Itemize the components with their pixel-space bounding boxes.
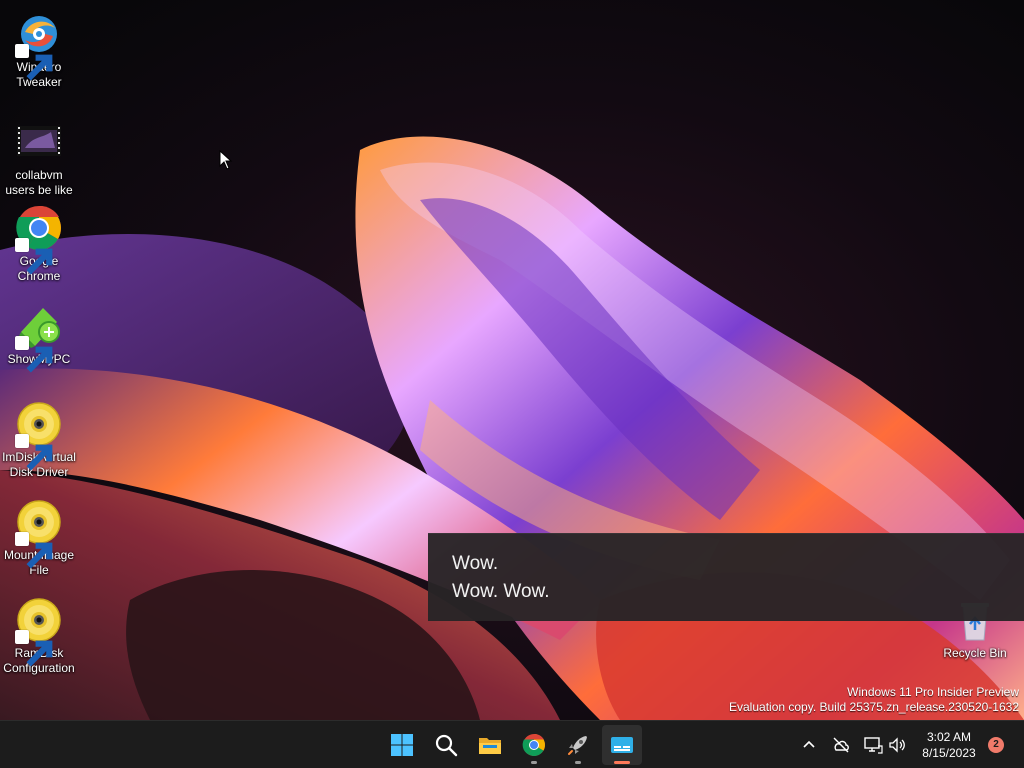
show-hidden-icons-button[interactable] xyxy=(799,735,819,755)
desktop-icon-collabvm-video[interactable]: collabvm users be like xyxy=(0,118,78,198)
chrome-icon xyxy=(522,733,545,756)
shortcut-arrow-icon xyxy=(15,336,53,373)
desktop-icon-winaero-tweaker[interactable]: Winaero Tweaker xyxy=(0,10,78,90)
rocket-icon xyxy=(568,736,587,755)
caption-line-2: Wow. Wow. xyxy=(452,581,550,602)
folder-icon xyxy=(479,738,501,754)
taskbar-search-button[interactable] xyxy=(426,725,466,765)
volume-tray-button[interactable] xyxy=(887,735,907,755)
clock-time: 3:02 AM xyxy=(926,730,972,744)
taskbar-chrome-button[interactable] xyxy=(514,725,554,765)
windows-watermark: Windows 11 Pro Insider Preview Evaluatio… xyxy=(729,685,1019,715)
onedrive-tray-button[interactable] xyxy=(831,735,851,755)
taskbar-rocket-app-button[interactable] xyxy=(558,725,598,765)
search-icon xyxy=(435,734,458,757)
taskbar-live-captions-button[interactable] xyxy=(602,725,642,765)
desktop-icon-showmypc[interactable]: ShowMyPC xyxy=(0,302,78,373)
watermark-build: Evaluation copy. Build 25375.zn_release.… xyxy=(729,700,1019,714)
mouse-pointer-icon xyxy=(219,150,233,170)
windows-start-icon xyxy=(391,734,413,756)
shortcut-arrow-icon xyxy=(15,532,53,569)
shortcut-arrow-icon xyxy=(15,630,53,667)
clock-date: 8/15/2023 xyxy=(922,746,976,760)
live-captions-window: Wow. Wow. Wow. xyxy=(428,533,1024,621)
desktop-icon-mount-image-file[interactable]: Mount Image File xyxy=(0,498,78,578)
desktop[interactable]: Winaero Tweaker collabvm users be like G… xyxy=(0,0,1024,720)
network-tray-button[interactable] xyxy=(863,735,883,755)
notification-badge[interactable]: 2 xyxy=(988,737,1004,753)
caption-line-1: Wow. xyxy=(452,553,499,574)
active-indicator xyxy=(614,761,630,764)
desktop-icon-label: collabvm users be like xyxy=(5,168,73,197)
taskbar: 3:02 AM 8/15/2023 2 xyxy=(0,720,1024,768)
taskbar-start-button[interactable] xyxy=(382,725,422,765)
taskbar-file-explorer-button[interactable] xyxy=(470,725,510,765)
running-indicator xyxy=(575,761,581,764)
volume-icon xyxy=(889,737,905,753)
shortcut-arrow-icon xyxy=(15,44,53,81)
taskbar-clock[interactable]: 3:02 AM 8/15/2023 xyxy=(912,729,986,761)
cloud-offline-icon xyxy=(833,737,849,753)
watermark-edition: Windows 11 Pro Insider Preview xyxy=(847,685,1019,699)
shortcut-arrow-icon xyxy=(15,434,53,471)
video-thumbnail-icon xyxy=(17,126,61,156)
live-captions-icon xyxy=(611,737,633,753)
desktop-icon-label: Recycle Bin xyxy=(943,646,1007,660)
chevron-up-icon xyxy=(803,740,815,748)
desktop-icon-ramdisk-configuration[interactable]: RamDisk Configuration xyxy=(0,596,78,676)
network-icon xyxy=(864,737,883,754)
running-indicator xyxy=(531,761,537,764)
shortcut-arrow-icon xyxy=(15,238,53,275)
desktop-icon-imdisk-virtual-disk-driver[interactable]: ImDisk Virtual Disk Driver xyxy=(0,400,78,480)
desktop-icon-google-chrome[interactable]: Google Chrome xyxy=(0,204,78,284)
